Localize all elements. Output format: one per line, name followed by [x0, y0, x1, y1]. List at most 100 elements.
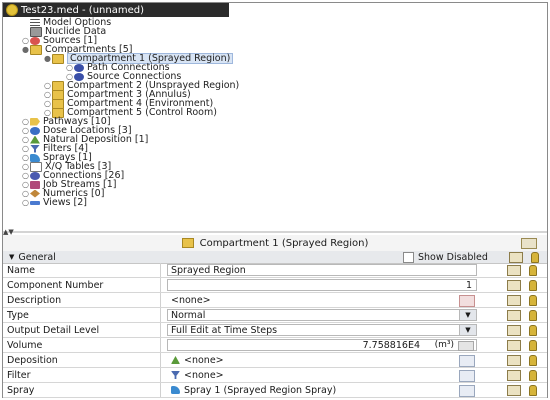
pin-icon[interactable] — [529, 384, 537, 396]
name-field[interactable]: Sprayed Region — [167, 264, 477, 276]
pin-icon[interactable] — [531, 252, 539, 263]
property-name: Output Detail Level — [3, 323, 161, 337]
views-icon — [30, 200, 40, 205]
panel-splitter[interactable] — [3, 231, 547, 233]
grid-icon — [30, 26, 42, 37]
collapse-icon[interactable]: ● — [43, 54, 52, 63]
deposition-field[interactable]: <none> — [167, 354, 477, 367]
pin-icon[interactable] — [529, 339, 537, 351]
show-disabled-label: Show Disabled — [418, 252, 488, 263]
expand-icon[interactable]: ○ — [21, 198, 30, 207]
component-number-field[interactable]: 1 — [167, 279, 477, 291]
copy-icon[interactable] — [507, 384, 521, 396]
chevron-down-icon[interactable]: ▼ — [459, 310, 476, 320]
expand-icon[interactable]: ○ — [21, 189, 30, 198]
tree-item-views[interactable]: ○ Views [2] — [21, 198, 87, 208]
pin-icon[interactable] — [529, 264, 537, 276]
volume-field[interactable]: 7.758816E4 (m³) — [167, 339, 477, 351]
connections-icon — [30, 171, 40, 180]
select-deposition-icon[interactable] — [459, 355, 475, 367]
property-value: Normal — [171, 309, 206, 321]
app-icon — [6, 4, 18, 16]
copy-icon[interactable] — [507, 309, 521, 321]
expand-icon[interactable]: ○ — [21, 135, 30, 144]
pathway-icon — [30, 117, 40, 126]
copy-icon[interactable] — [507, 279, 521, 291]
window-title-bar: Test23.med - (unnamed) — [3, 3, 229, 17]
property-row-name: Name Sprayed Region — [3, 263, 547, 278]
filter-field[interactable]: <none> — [167, 369, 477, 382]
type-dropdown[interactable]: Normal ▼ — [167, 309, 477, 321]
select-spray-icon[interactable] — [459, 385, 475, 397]
property-row-description: Description <none> — [3, 293, 547, 308]
collapse-triangle-icon[interactable]: ▼ — [9, 253, 14, 261]
property-row-filter: Filter <none> — [3, 368, 547, 383]
description-field[interactable]: <none> — [167, 294, 477, 307]
properties-title: Compartment 1 (Sprayed Region) — [199, 237, 369, 249]
property-row-volume: Volume 7.758816E4 (m³) — [3, 338, 547, 353]
expand-icon[interactable]: ○ — [21, 162, 30, 171]
copy-icon[interactable] — [507, 294, 521, 306]
expand-icon[interactable]: ○ — [43, 90, 52, 99]
model-tree: Model Options Nuclide Data ○ Sources [1]… — [3, 17, 547, 231]
property-row-deposition: Deposition <none> — [3, 353, 547, 368]
copy-icon[interactable] — [507, 339, 521, 351]
output-detail-dropdown[interactable]: Full Edit at Time Steps ▼ — [167, 324, 477, 336]
edit-description-icon[interactable] — [459, 295, 475, 307]
volume-unit: (m³) — [434, 340, 454, 350]
source-icon — [30, 36, 40, 45]
pin-icon[interactable] — [529, 324, 537, 336]
pin-icon[interactable] — [529, 354, 537, 366]
expand-icon[interactable]: ○ — [21, 126, 30, 135]
property-name: Filter — [3, 368, 161, 382]
expand-icon[interactable]: ○ — [21, 36, 30, 45]
group-label: General — [18, 251, 56, 263]
copy-icon[interactable] — [507, 354, 521, 366]
expand-icon[interactable]: ○ — [21, 144, 30, 153]
filter-icon — [30, 144, 40, 153]
numerics-icon — [30, 189, 40, 198]
properties-title-bar: Compartment 1 (Sprayed Region) — [3, 235, 547, 252]
units-spinner-icon[interactable] — [458, 341, 474, 351]
show-disabled-toggle[interactable]: Show Disabled — [403, 252, 488, 263]
property-name: Deposition — [3, 353, 161, 367]
copy-icon[interactable] — [507, 369, 521, 381]
property-value: 7.758816E4 — [362, 339, 420, 351]
property-value: 1 — [465, 279, 472, 291]
property-value: <none> — [184, 354, 224, 366]
list-icon — [30, 18, 40, 27]
pin-icon[interactable] — [529, 369, 537, 381]
expand-icon[interactable]: ○ — [65, 63, 74, 72]
expand-icon[interactable]: ○ — [21, 171, 30, 180]
chevron-down-icon[interactable]: ▼ — [459, 325, 476, 335]
copy-icon[interactable] — [507, 264, 521, 276]
copy-icon[interactable] — [507, 324, 521, 336]
folder-icon — [30, 44, 42, 55]
property-value: Spray 1 (Sprayed Region Spray) — [184, 384, 337, 396]
show-disabled-checkbox[interactable] — [403, 252, 414, 263]
expand-icon[interactable]: ○ — [43, 81, 52, 90]
pin-icon[interactable] — [529, 309, 537, 321]
property-row-spray: Spray Spray 1 (Sprayed Region Spray) — [3, 383, 547, 398]
pin-icon[interactable] — [529, 294, 537, 306]
compartment-icon — [52, 53, 64, 64]
expand-icon[interactable]: ○ — [43, 99, 52, 108]
window-title: Test23.med - (unnamed) — [21, 4, 144, 16]
collapse-icon[interactable]: ● — [21, 45, 30, 54]
copy-icon[interactable] — [509, 252, 523, 263]
property-name: Description — [3, 293, 161, 307]
property-row-type: Type Normal ▼ — [3, 308, 547, 323]
expand-icon[interactable]: ○ — [21, 180, 30, 189]
spray-field[interactable]: Spray 1 (Sprayed Region Spray) — [167, 384, 477, 397]
spray-icon — [30, 153, 40, 162]
panel-options-icon[interactable] — [521, 238, 537, 249]
spray-icon — [171, 386, 180, 394]
table-icon — [30, 161, 42, 172]
property-name: Volume — [3, 338, 161, 352]
connection-icon — [74, 63, 84, 72]
select-filter-icon[interactable] — [459, 370, 475, 382]
expand-icon[interactable]: ○ — [21, 117, 30, 126]
pin-icon[interactable] — [529, 279, 537, 291]
property-name: Type — [3, 308, 161, 322]
expand-icon[interactable]: ○ — [21, 153, 30, 162]
